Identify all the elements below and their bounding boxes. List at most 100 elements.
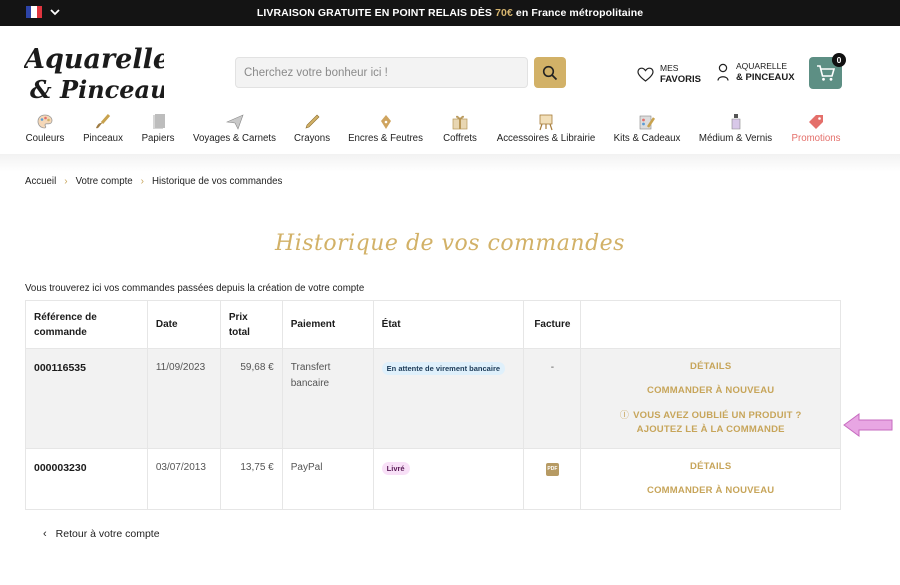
pdf-icon[interactable]: PDF <box>545 463 559 476</box>
brand-logo-line1: Aquarelle <box>24 44 164 75</box>
header-text: Prix <box>228 311 248 323</box>
nav-item-encres-feutres[interactable]: Encres & Feutres <box>348 113 423 149</box>
paper-icon <box>153 114 165 129</box>
account-line1: AQUARELLE <box>736 61 788 71</box>
chevron-right-icon: › <box>64 176 68 187</box>
kit-icon <box>639 115 656 130</box>
promo-text: LIVRAISON GRATUITE EN POINT RELAIS DÈS <box>256 7 496 19</box>
top-announcement-bar: LIVRAISON GRATUITE EN POINT RELAIS DÈS 7… <box>0 0 900 26</box>
breadcrumb-account[interactable]: Votre compte <box>76 176 133 187</box>
order-reference: 000116535 <box>25 348 148 449</box>
order-state: Livré <box>372 448 525 510</box>
nav-item-kits-cadeaux[interactable]: Kits & Cadeaux <box>614 113 680 149</box>
page-title: Historique de vos commandes <box>275 231 625 256</box>
order-invoice: PDF <box>523 448 582 510</box>
column-header-state: État <box>372 300 525 349</box>
nav-item-accessoires-librairie[interactable]: Accessoires & Librairie <box>497 113 595 149</box>
reorder-link[interactable]: COMMANDER À NOUVEAU <box>589 384 832 398</box>
add-forgotten-product-label: VOUS AVEZ OUBLIÉ UN PRODUIT ? AJOUTEZ LE… <box>633 410 802 435</box>
search-button[interactable] <box>534 57 566 88</box>
order-payment: Transfert bancaire <box>281 348 374 449</box>
palette-icon <box>37 114 53 129</box>
nav-item-papiers[interactable]: Papiers <box>140 113 176 149</box>
table-row: 000116535 11/09/2023 59,68 € Transfert ba… <box>25 348 841 449</box>
nav-label: Voyages & Carnets <box>193 133 276 144</box>
order-date: 03/07/2013 <box>146 448 221 510</box>
add-forgotten-product-link[interactable]: ⓘ VOUS AVEZ OUBLIÉ UN PRODUIT ? AJOUTEZ L… <box>589 408 832 437</box>
order-invoice: - <box>523 348 582 449</box>
order-price: 13,75 € <box>219 448 283 510</box>
table-row: 000003230 03/07/2013 13,75 € PayPal Livr… <box>25 448 841 510</box>
cart-icon <box>816 65 835 81</box>
order-payment: PayPal <box>281 448 374 510</box>
nav-label: Médium & Vernis <box>698 133 773 144</box>
main-navigation: Couleurs Pinceaux Papiers Voyages & Carn… <box>0 113 900 149</box>
free-shipping-banner: LIVRAISON GRATUITE EN POINT RELAIS DÈS 7… <box>0 7 900 19</box>
nav-item-pinceaux[interactable]: Pinceaux <box>82 113 124 149</box>
info-icon: ⓘ <box>619 410 630 420</box>
nav-label: Coffrets <box>443 133 477 144</box>
order-actions: DÉTAILS COMMANDER À NOUVEAU <box>580 448 841 510</box>
column-header-price: Prix total <box>219 300 283 349</box>
status-badge: Livré <box>381 462 410 475</box>
nav-item-promotions[interactable]: Promotions <box>791 113 841 149</box>
nav-label: Couleurs <box>25 133 65 144</box>
nav-label: Pinceaux <box>83 133 123 144</box>
payment-text: Transfert <box>290 362 331 373</box>
breadcrumb: Accueil › Votre compte › Historique de v… <box>25 176 282 187</box>
search-input[interactable] <box>236 58 527 87</box>
nav-item-couleurs[interactable]: Couleurs <box>24 113 66 149</box>
heart-icon <box>637 67 654 82</box>
favorites-label: MES FAVORIS <box>660 63 701 85</box>
payment-text: bancaire <box>290 378 330 389</box>
brand-logo[interactable]: Aquarelle & Pinceaux <box>24 36 164 108</box>
promo-text-rest: en France métropolitaine <box>512 7 644 19</box>
chevron-right-icon: › <box>140 176 145 187</box>
chevron-left-icon: ‹ <box>43 528 47 540</box>
header-text: commande <box>34 326 87 338</box>
nav-label: Kits & Cadeaux <box>613 133 681 144</box>
header-separator <box>0 154 900 172</box>
column-header-payment: Paiement <box>281 300 374 349</box>
nav-item-voyages-carnets[interactable]: Voyages & Carnets <box>193 113 276 149</box>
brand-logo-line2: & Pinceaux <box>30 75 164 104</box>
favorites-link[interactable]: MES FAVORIS <box>637 63 701 85</box>
paper-plane-icon <box>225 114 244 130</box>
table-header-row: Référence de commande Date Prix total Paie… <box>25 300 841 349</box>
order-reference: 000003230 <box>25 448 148 510</box>
tag-icon <box>809 115 823 129</box>
header-text: Référence de <box>34 311 97 323</box>
order-state: En attente de virement bancaire <box>372 348 525 449</box>
column-header-actions <box>580 300 841 349</box>
breadcrumb-home[interactable]: Accueil <box>25 176 56 187</box>
back-to-account-label: Retour à votre compte <box>55 528 160 540</box>
back-to-account-link[interactable]: ‹ Retour à votre compte <box>43 528 160 540</box>
nav-item-crayons[interactable]: Crayons <box>294 113 330 149</box>
nav-item-medium-vernis[interactable]: Médium & Vernis <box>699 113 772 149</box>
favorites-line1: MES <box>660 63 679 73</box>
nav-label: Promotions <box>791 133 841 144</box>
cart-count-badge: 0 <box>832 53 846 67</box>
column-header-reference: Référence de commande <box>25 300 148 349</box>
order-price: 59,68 € <box>219 348 283 449</box>
reorder-link[interactable]: COMMANDER À NOUVEAU <box>589 484 832 498</box>
details-link[interactable]: DÉTAILS <box>589 360 832 374</box>
easel-icon <box>539 114 553 131</box>
pen-nib-icon <box>380 115 391 129</box>
account-label: AQUARELLE & PINCEAUX <box>736 61 795 83</box>
account-link[interactable]: AQUARELLE & PINCEAUX <box>716 61 795 83</box>
brush-icon <box>96 114 111 129</box>
user-icon <box>717 63 729 81</box>
header-text: total <box>228 326 250 338</box>
breadcrumb-current: Historique de vos commandes <box>152 176 283 187</box>
nav-label: Encres & Feutres <box>348 133 423 144</box>
pencil-icon <box>305 114 320 129</box>
order-date: 11/09/2023 <box>146 348 221 449</box>
status-badge: En attente de virement bancaire <box>381 362 506 375</box>
column-header-invoice: Facture <box>523 300 582 349</box>
bottle-icon <box>731 114 740 130</box>
search-icon <box>542 65 558 80</box>
nav-item-coffrets[interactable]: Coffrets <box>441 113 479 149</box>
nav-label: Papiers <box>141 133 175 144</box>
details-link[interactable]: DÉTAILS <box>589 460 832 474</box>
